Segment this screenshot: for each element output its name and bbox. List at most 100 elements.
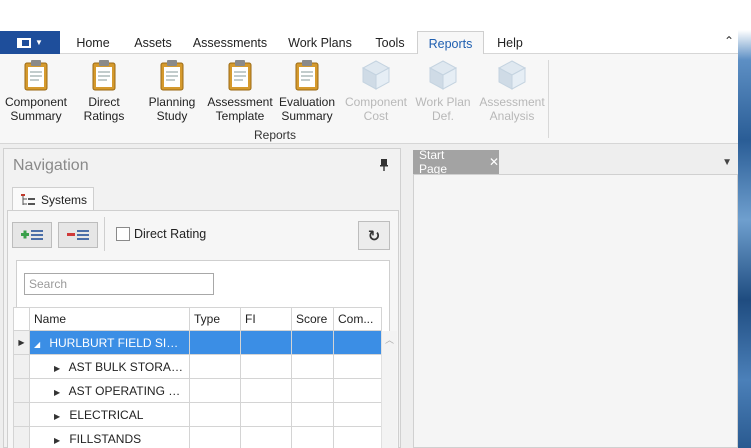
row-name: ELECTRICAL (69, 407, 144, 422)
pin-icon[interactable] (380, 159, 388, 171)
tab-home[interactable]: Home (70, 31, 116, 54)
button-label: Planning (148, 95, 196, 109)
column-header-type[interactable]: Type (189, 307, 241, 331)
cube-icon (497, 60, 527, 90)
row-indicator-header (13, 307, 30, 331)
planning-study-button[interactable]: Planning Study (137, 59, 207, 123)
panel-title: Navigation (13, 157, 89, 174)
table-row[interactable]: ▶ FILLSTANDS (13, 426, 382, 448)
table-row[interactable]: ▶ ELECTRICAL (13, 402, 382, 427)
column-header-comments[interactable]: Com... (333, 307, 382, 331)
work-plan-def-button[interactable]: Work Plan Def. (408, 59, 478, 123)
comments-cell (333, 402, 382, 427)
scroll-up-icon[interactable]: ︿ (382, 333, 397, 346)
ribbon-reports: Component Summary Direct Ratings Plannin… (0, 54, 738, 144)
row-indicator (13, 354, 30, 379)
table-row[interactable]: ▶ ◢ HURLBURT FIELD SITE... (13, 330, 382, 355)
tab-label: Systems (41, 192, 88, 207)
assessment-template-button[interactable]: Assessment Template (205, 59, 275, 123)
table-row[interactable]: ▶ AST BULK STORAGE (13, 354, 382, 379)
grid-header-row: Name Type FI Score Com... (13, 307, 382, 331)
name-cell[interactable]: ◢ HURLBURT FIELD SITE... (29, 330, 190, 355)
assessment-analysis-button[interactable]: Assessment Analysis (477, 59, 547, 123)
type-cell (189, 426, 241, 448)
button-label: Ratings (83, 109, 125, 123)
collapse-all-button[interactable] (58, 222, 98, 248)
chevron-up-icon[interactable]: ⌃ (724, 34, 734, 48)
fi-cell (240, 330, 292, 355)
comments-cell (333, 426, 382, 448)
column-header-fi[interactable]: FI (240, 307, 292, 331)
row-indicator (13, 402, 30, 427)
tree-icon (21, 193, 35, 205)
tab-assets[interactable]: Assets (128, 31, 178, 54)
expand-all-button[interactable] (12, 222, 52, 248)
component-cost-button[interactable]: Component Cost (341, 59, 411, 123)
name-cell[interactable]: ▶ AST BULK STORAGE (29, 354, 190, 379)
cube-icon (428, 60, 458, 90)
row-name: AST BULK STORAGE (68, 359, 189, 374)
direct-rating-checkbox[interactable] (116, 227, 130, 241)
title-bar (0, 0, 738, 31)
column-header-score[interactable]: Score (291, 307, 334, 331)
systems-tab-content: Direct Rating ↻ Search Name Type FI Scor… (7, 210, 399, 448)
table-row[interactable]: ▶ AST OPERATING ST... (13, 378, 382, 403)
tab-assessments[interactable]: Assessments (188, 31, 272, 54)
button-label: Analysis (489, 109, 535, 123)
direct-ratings-button[interactable]: Direct Ratings (69, 59, 139, 123)
clipboard-icon (295, 60, 319, 91)
refresh-icon: ↻ (367, 227, 381, 245)
grid-vertical-scrollbar[interactable]: ︿ (381, 331, 397, 448)
name-cell[interactable]: ▶ FILLSTANDS (29, 426, 190, 448)
direct-rating-label[interactable]: Direct Rating (134, 227, 206, 241)
type-cell (189, 354, 241, 379)
document-area: Start Page ✕ ▼ (413, 148, 738, 448)
tab-tools[interactable]: Tools (366, 31, 414, 54)
clipboard-icon (228, 60, 252, 91)
desktop-background (738, 0, 751, 448)
score-cell (291, 378, 334, 403)
row-indicator (13, 426, 30, 448)
fi-cell (240, 426, 292, 448)
comments-cell (333, 378, 382, 403)
collapsed-triangle-icon[interactable]: ▶ (54, 364, 66, 373)
collapsed-triangle-icon[interactable]: ▶ (54, 412, 66, 421)
component-summary-button[interactable]: Component Summary (1, 59, 71, 123)
tab-systems[interactable]: Systems (12, 187, 94, 211)
chevron-down-icon[interactable]: ▼ (722, 157, 732, 168)
clipboard-icon (24, 60, 48, 91)
tab-start-page[interactable]: Start Page ✕ (413, 148, 499, 176)
collapsed-triangle-icon[interactable]: ▶ (54, 436, 66, 445)
close-icon[interactable]: ✕ (489, 155, 499, 169)
add-list-icon (21, 230, 43, 240)
fi-cell (240, 354, 292, 379)
evaluation-summary-button[interactable]: Evaluation Summary (272, 59, 342, 123)
name-cell[interactable]: ▶ AST OPERATING ST... (29, 378, 190, 403)
chevron-down-icon: ▼ (35, 38, 43, 47)
button-label: Study (156, 109, 188, 123)
file-menu-button[interactable]: ▼ (0, 31, 60, 54)
search-input[interactable] (24, 273, 214, 295)
button-label: Component (4, 95, 68, 109)
row-name: HURLBURT FIELD SITE... (49, 335, 190, 350)
tab-label: Start Page (419, 148, 448, 176)
row-name: AST OPERATING ST... (68, 383, 190, 398)
systems-grid: Name Type FI Score Com... ▶ ◢ HURLBURT F… (13, 307, 382, 448)
type-cell (189, 402, 241, 427)
name-cell[interactable]: ▶ ELECTRICAL (29, 402, 190, 427)
comments-cell (333, 330, 382, 355)
clipboard-icon (160, 60, 184, 91)
type-cell (189, 378, 241, 403)
collapsed-triangle-icon[interactable]: ▶ (54, 388, 66, 397)
expanded-triangle-icon[interactable]: ◢ (34, 340, 46, 349)
toolbar-separator (104, 217, 105, 251)
button-label: Direct (88, 95, 120, 109)
refresh-button[interactable]: ↻ (358, 221, 390, 250)
tab-help[interactable]: Help (490, 31, 530, 54)
column-header-name[interactable]: Name (29, 307, 190, 331)
button-label: Assessment (479, 95, 545, 109)
cube-icon (361, 60, 391, 90)
tab-work-plans[interactable]: Work Plans (282, 31, 358, 54)
tab-reports[interactable]: Reports (417, 31, 484, 55)
fi-cell (240, 378, 292, 403)
